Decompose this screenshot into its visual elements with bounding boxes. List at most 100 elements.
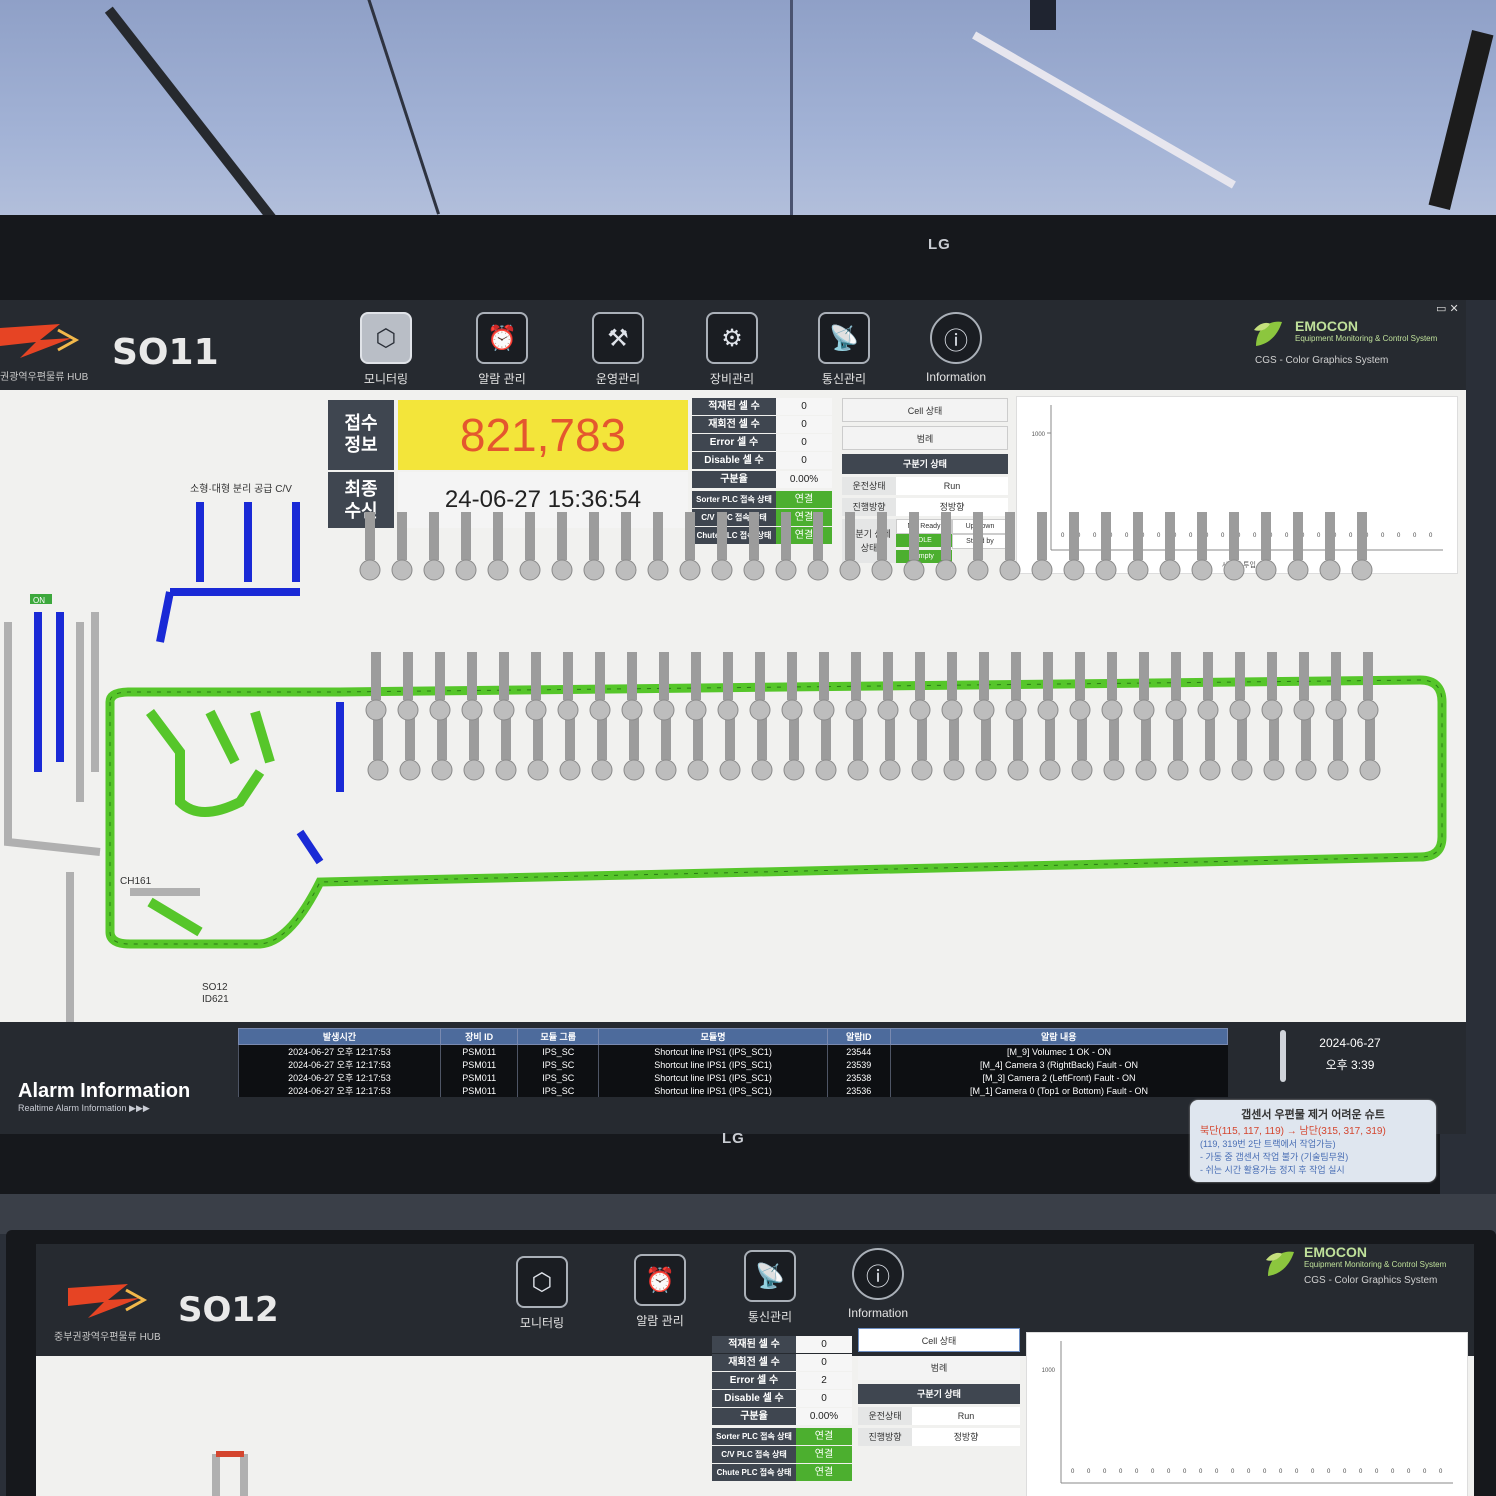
chute[interactable] (1103, 712, 1125, 781)
chute[interactable] (551, 512, 573, 581)
legend-button-2[interactable]: 범례 (858, 1356, 1020, 1380)
chute[interactable] (615, 512, 637, 581)
chute[interactable] (879, 712, 901, 781)
chute[interactable] (1357, 652, 1379, 721)
chute[interactable] (943, 712, 965, 781)
chute[interactable] (429, 652, 451, 721)
nav-communication[interactable]: 📡 통신관리 (812, 312, 876, 387)
chute[interactable] (1295, 712, 1317, 781)
chute[interactable] (871, 512, 893, 581)
chute[interactable] (1127, 512, 1149, 581)
chute[interactable] (1327, 712, 1349, 781)
chute[interactable] (591, 712, 613, 781)
col-alarm-content[interactable]: 알람 내용 (889, 1028, 1229, 1045)
col-time[interactable]: 발생시간 (238, 1028, 441, 1045)
chute[interactable] (359, 512, 381, 581)
col-module[interactable]: 모듈명 (598, 1028, 829, 1045)
chute[interactable] (1255, 512, 1277, 581)
chute[interactable] (1263, 712, 1285, 781)
nav-communication-2[interactable]: 📡 통신관리 (738, 1250, 802, 1325)
chute[interactable] (679, 512, 701, 581)
chute[interactable] (1325, 652, 1347, 721)
chute[interactable] (1231, 712, 1253, 781)
clock-date: 2024-06-27 (1319, 1036, 1381, 1050)
chute[interactable] (807, 512, 829, 581)
chute[interactable] (391, 512, 413, 581)
chute[interactable] (367, 712, 389, 781)
chute[interactable] (1293, 652, 1315, 721)
cell-state-button[interactable]: Cell 상태 (842, 398, 1008, 422)
chute[interactable] (1359, 712, 1381, 781)
chute[interactable] (1159, 512, 1181, 581)
chute[interactable] (431, 712, 453, 781)
table-row[interactable]: 2024-06-27 오후 12:17:53 PSM011 IPS_SC Shortc… (238, 1044, 1228, 1058)
chute[interactable] (1039, 712, 1061, 781)
chute[interactable] (1095, 512, 1117, 581)
chute[interactable] (1167, 712, 1189, 781)
chute[interactable] (815, 712, 837, 781)
chute[interactable] (423, 512, 445, 581)
chute[interactable] (623, 712, 645, 781)
col-equip[interactable]: 장비 ID (439, 1028, 519, 1045)
nav-monitoring[interactable]: ⬡ 모니터링 (354, 312, 418, 387)
chute[interactable] (903, 512, 925, 581)
cell: [M_1] Camera 0 (Top1 or Bottom) Fault - … (889, 1084, 1228, 1097)
chute[interactable] (455, 512, 477, 581)
chute[interactable] (1007, 712, 1029, 781)
chute[interactable] (1199, 712, 1221, 781)
chute[interactable] (1223, 512, 1245, 581)
chute[interactable] (935, 512, 957, 581)
chute[interactable] (1063, 512, 1085, 581)
chute[interactable] (647, 512, 669, 581)
chute[interactable] (775, 512, 797, 581)
post-logo-icon (0, 324, 80, 358)
chute[interactable] (397, 652, 419, 721)
nav-alarm[interactable]: ⏰ 알람 관리 (470, 312, 534, 387)
chute[interactable] (1351, 512, 1373, 581)
chute[interactable] (655, 712, 677, 781)
chute[interactable] (399, 712, 421, 781)
chute[interactable] (583, 512, 605, 581)
chute[interactable] (975, 712, 997, 781)
col-alarm-id[interactable]: 알람ID (827, 1028, 891, 1045)
chute[interactable] (487, 512, 509, 581)
window-controls[interactable]: ▭ ✕ (1436, 302, 1459, 315)
chute[interactable] (519, 512, 541, 581)
chute[interactable] (687, 712, 709, 781)
chute[interactable] (1071, 712, 1093, 781)
nav-monitoring-2[interactable]: ⬡ 모니터링 (510, 1256, 574, 1331)
chute[interactable] (463, 712, 485, 781)
chute[interactable] (495, 712, 517, 781)
chute[interactable] (711, 512, 733, 581)
nav-alarm-2[interactable]: ⏰ 알람 관리 (628, 1254, 692, 1329)
nav-operation[interactable]: ⚒ 운영관리 (586, 312, 650, 387)
nav-information-2[interactable]: ⓘ Information (846, 1248, 910, 1320)
chute[interactable] (365, 652, 387, 721)
chute[interactable] (559, 712, 581, 781)
table-row[interactable]: 2024-06-27 오후 12:17:53 PSM011 IPS_SC Shortc… (238, 1058, 1228, 1071)
chute[interactable] (783, 712, 805, 781)
chute[interactable] (847, 712, 869, 781)
alarm-scrollbar[interactable] (1280, 1030, 1286, 1082)
chute[interactable] (751, 712, 773, 781)
nav-information[interactable]: ⓘ Information (924, 312, 988, 384)
col-group[interactable]: 모듈 그룹 (517, 1028, 600, 1045)
emocon-leaf-icon (1266, 1251, 1294, 1276)
chute[interactable] (911, 712, 933, 781)
chute[interactable] (1031, 512, 1053, 581)
chute[interactable] (999, 512, 1021, 581)
chute[interactable] (839, 512, 861, 581)
nav-equipment[interactable]: ⚙ 장비관리 (700, 312, 764, 387)
table-row[interactable]: 2024-06-27 오후 12:17:53 PSM011 IPS_SC Shortc… (238, 1071, 1228, 1084)
chute[interactable] (743, 512, 765, 581)
chute[interactable] (1135, 712, 1157, 781)
legend-button[interactable]: 범례 (842, 426, 1008, 450)
chute[interactable] (719, 712, 741, 781)
chute[interactable] (1319, 512, 1341, 581)
table-row[interactable]: 2024-06-27 오후 12:17:53 PSM011 IPS_SC Shortc… (238, 1084, 1228, 1097)
chute[interactable] (527, 712, 549, 781)
cell-state-button-2[interactable]: Cell 상태 (858, 1328, 1020, 1352)
chute[interactable] (967, 512, 989, 581)
chute[interactable] (1191, 512, 1213, 581)
chute[interactable] (1287, 512, 1309, 581)
